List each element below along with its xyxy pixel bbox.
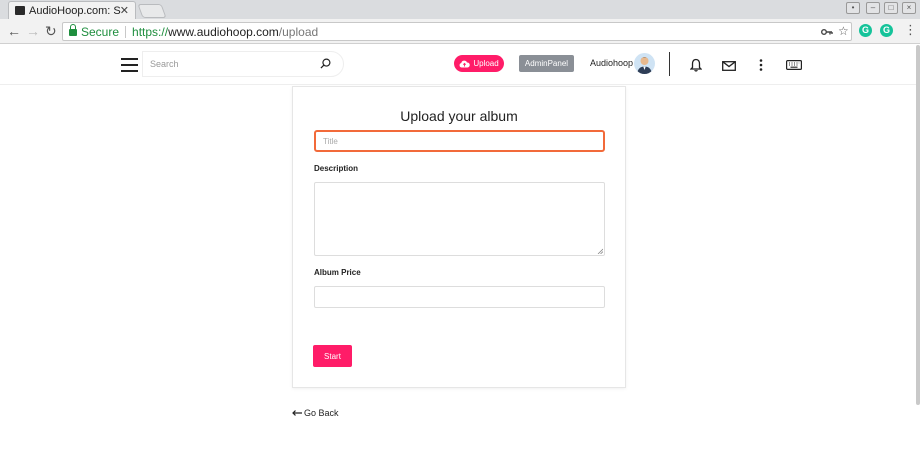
back-arrow-icon[interactable]: ← xyxy=(7,23,21,39)
search-box xyxy=(142,51,344,77)
grammarly-extension-icon[interactable]: G xyxy=(859,24,872,37)
forward-arrow-icon[interactable]: → xyxy=(26,23,40,39)
cloud-upload-icon xyxy=(459,60,471,67)
description-label: Description xyxy=(314,164,359,173)
key-icon[interactable] xyxy=(821,27,833,37)
header-divider xyxy=(669,52,670,76)
upload-button-label: Upload xyxy=(473,59,499,68)
app-header: Upload AdminPanel Audiohoop xyxy=(0,45,920,85)
tab-close-icon[interactable]: ✕ xyxy=(120,4,129,17)
resize-grip-icon[interactable] xyxy=(597,248,603,254)
url-scheme: https:// xyxy=(132,24,169,39)
page-scrollbar[interactable] xyxy=(916,45,920,405)
more-options-icon[interactable] xyxy=(759,59,763,71)
site-favicon-icon xyxy=(15,6,25,15)
user-avatar-icon xyxy=(637,57,652,74)
minimize-window-icon[interactable]: – xyxy=(866,2,880,14)
start-button[interactable]: Start xyxy=(313,345,352,367)
url-host: www.audiohoop.com xyxy=(168,24,279,39)
lock-icon xyxy=(69,24,77,36)
address-bar[interactable]: Secure https:// www.audiohoop.com /uploa… xyxy=(62,22,852,41)
notification-bell-icon[interactable] xyxy=(690,58,702,72)
profile-icon[interactable]: • xyxy=(846,2,860,14)
album-price-input[interactable] xyxy=(314,286,605,308)
mail-icon[interactable] xyxy=(722,61,736,71)
browser-toolbar: ← → ↻ Secure https:// www.audiohoop.com … xyxy=(0,19,920,44)
browser-menu-icon[interactable]: ⋮ xyxy=(904,22,917,38)
close-window-icon[interactable]: × xyxy=(902,2,916,14)
search-input[interactable] xyxy=(150,59,310,69)
maximize-window-icon[interactable]: □ xyxy=(884,2,898,14)
bookmark-star-icon[interactable]: ☆ xyxy=(838,24,849,38)
address-divider xyxy=(125,25,127,38)
album-title-input[interactable] xyxy=(314,130,605,152)
extension-icon[interactable]: G xyxy=(880,24,893,37)
tab-title: AudioHoop.com: So xyxy=(29,4,121,17)
page-title: Upload your album xyxy=(400,108,518,124)
url-path: /upload xyxy=(278,24,319,39)
arrow-left-icon xyxy=(292,410,302,416)
admin-panel-button[interactable]: AdminPanel xyxy=(519,55,574,72)
search-icon[interactable] xyxy=(320,58,331,69)
album-price-label: Album Price xyxy=(314,268,361,277)
avatar[interactable] xyxy=(634,53,655,74)
hamburger-menu-icon[interactable] xyxy=(121,58,138,72)
browser-tab-bar: AudioHoop.com: So ✕ • – □ × xyxy=(0,0,920,19)
description-textarea[interactable] xyxy=(314,182,605,256)
new-tab-button[interactable] xyxy=(137,4,167,18)
secure-label: Secure xyxy=(81,24,120,39)
upload-album-card: Upload your album Description Album Pric… xyxy=(292,86,626,388)
reload-icon[interactable]: ↻ xyxy=(45,23,57,39)
go-back-label: Go Back xyxy=(304,408,339,418)
keyboard-icon[interactable] xyxy=(786,60,802,70)
browser-tab[interactable]: AudioHoop.com: So ✕ xyxy=(8,1,136,19)
go-back-link[interactable]: Go Back xyxy=(292,408,339,418)
upload-button[interactable]: Upload xyxy=(454,55,504,72)
username[interactable]: Audiohoop xyxy=(590,58,633,68)
